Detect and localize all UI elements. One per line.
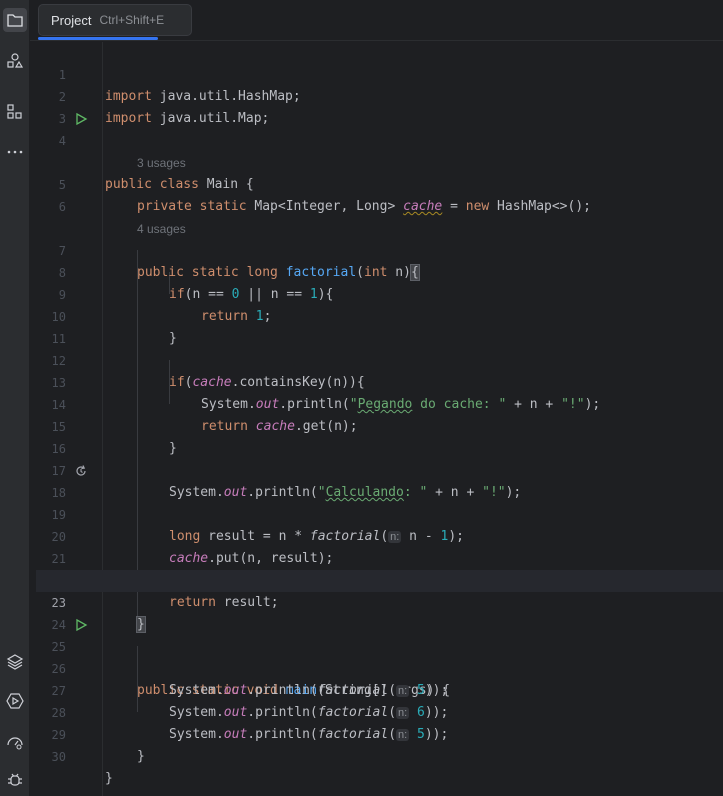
tool-window-sidebar [0,0,30,796]
code-line: 18 long result = n * factorial(n: n - 1)… [36,460,723,544]
code-line: 26 System.out.println(factorial(n: 5)); [36,636,723,698]
code-line: 25 public static void main(String[] args… [36,614,723,698]
line-code: } [105,771,113,786]
tool-window-header: Project Ctrl+Shift+E [30,0,723,41]
tab-title: Project [51,12,92,28]
recursive-call-icon[interactable] [74,464,88,478]
code-line: 11 [36,306,723,346]
code-line: 13 System.out.println("Pegando do cache:… [36,350,723,412]
code-line: 22 return result; [36,548,723,610]
code-line: 16 [36,416,723,456]
code-vision-row: 3 usages [36,130,723,170]
code-line: 28 System.out.println(factorial(n: 5)); [36,680,723,742]
line-number: 30 [51,750,66,764]
code-line: 12 if(cache.containsKey(n)){ [36,328,723,390]
code-line: 20 cache.put(n, result); [36,504,723,566]
code-line: 10 } [36,284,723,346]
code-line: 4 public class Main { [36,108,723,192]
tab-shortcut: Ctrl+Shift+E [99,13,165,27]
more-icon[interactable] [5,142,25,162]
tab-active-indicator [38,37,158,40]
run-services-icon[interactable] [5,691,25,711]
code-line: 2 import java.util.Map; [36,64,723,126]
code-line-current: 23 } [36,570,723,633]
code-line: 19 [36,482,723,522]
run-main-icon[interactable] [74,618,88,632]
code-line: 1 import java.util.HashMap; [36,42,723,104]
code-line: 29 } [36,702,723,764]
code-line: 15 } [36,394,723,456]
code-line: 7 public static long factorial(int n){ [36,218,723,281]
code-line: 17 System.out.println("Calculando: " + n… [36,438,723,500]
layers-icon[interactable] [5,652,25,672]
code-editor[interactable]: 1 import java.util.HashMap; 2 import jav… [36,42,723,796]
debug-icon[interactable] [5,770,25,790]
line-code: } [137,749,145,764]
code-line: 27 System.out.println(factorial(n: 6)); [36,658,723,720]
code-line: 3 [36,86,723,126]
code-line: 14 return cache.get(n); [36,372,723,434]
project-tab[interactable]: Project Ctrl+Shift+E [38,4,192,36]
structure-icon[interactable] [5,51,25,71]
project-icon[interactable] [3,8,27,32]
code-line: 21 [36,526,723,566]
code-line: 9 return 1; [36,262,723,324]
code-line: 8 if(n == 0 || n == 1){ [36,240,723,302]
code-vision-row: 4 usages [36,196,723,236]
code-line: 6 [36,174,723,214]
code-line: 5 private static Map<Integer, Long> cach… [36,152,723,214]
code-line: 24 [36,592,723,632]
run-class-icon[interactable] [74,112,88,126]
plugins-icon[interactable] [5,102,25,122]
code-line: 30 } [36,724,723,786]
profiler-icon[interactable] [5,732,25,752]
